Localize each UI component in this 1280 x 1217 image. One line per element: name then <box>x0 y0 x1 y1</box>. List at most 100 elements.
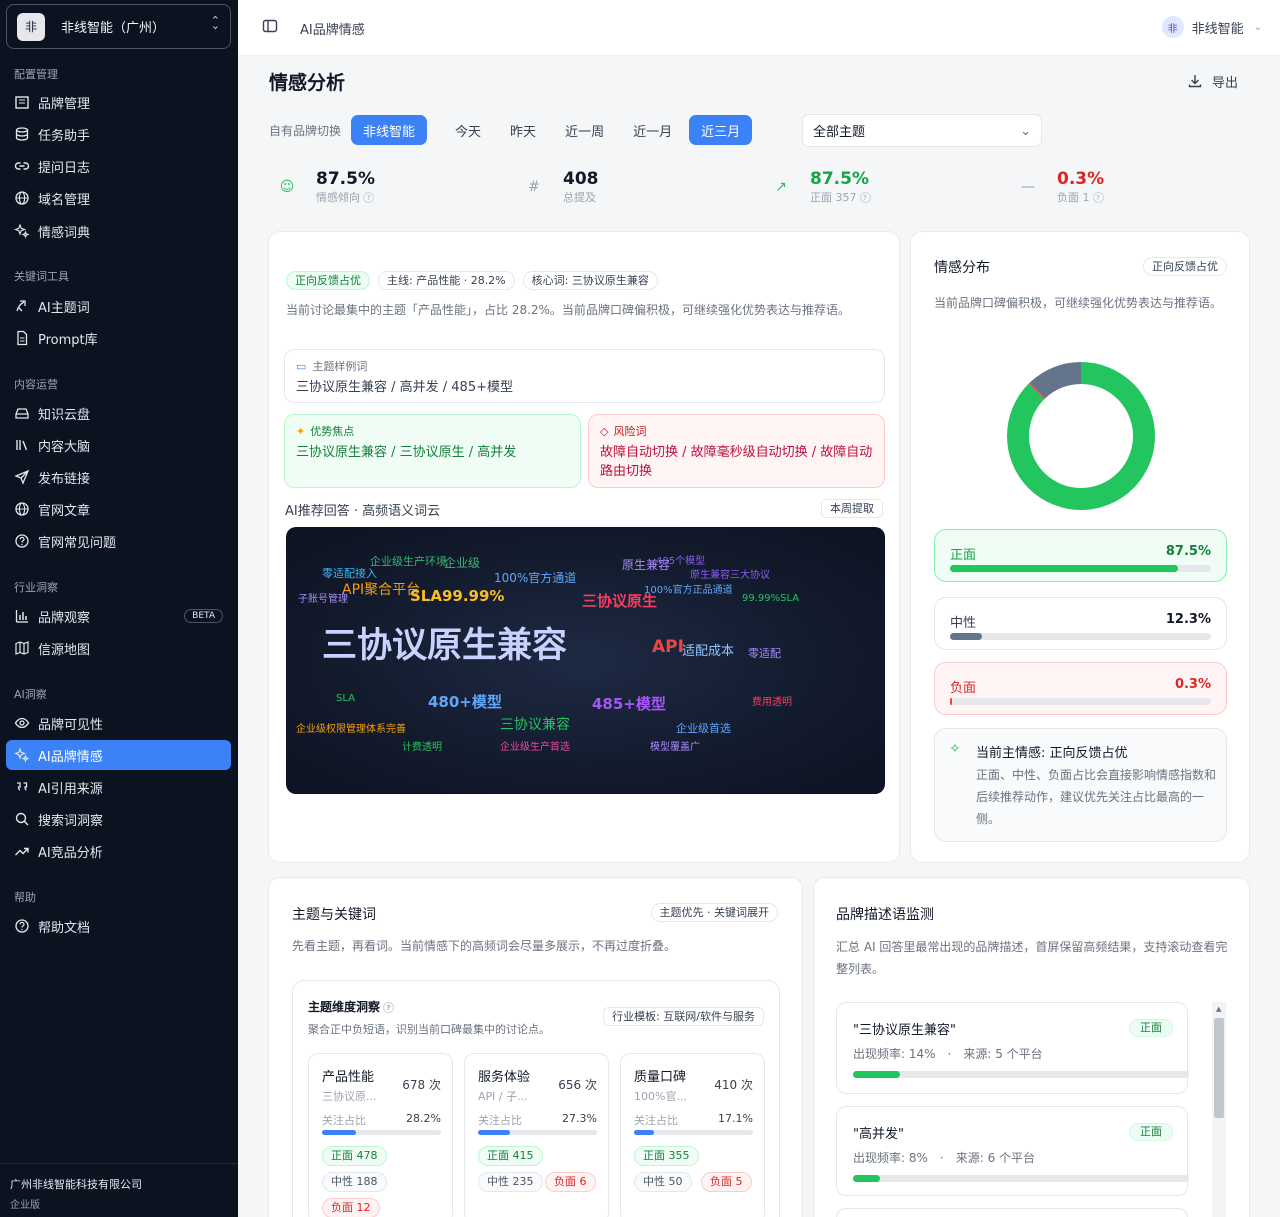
sidebar-item-4[interactable]: 情感词典 <box>6 216 231 246</box>
advantage-title: 优势焦点 <box>310 425 355 438</box>
user-menu[interactable]: 非 非线智能 ⌄ <box>1161 16 1262 38</box>
eye-icon <box>14 717 30 729</box>
sparkle-icon: ✦ <box>296 424 306 438</box>
sidebar-item-label: 品牌观察 <box>38 610 91 626</box>
sentiment-value: 87.5% <box>1165 544 1211 559</box>
sentiment-bar <box>950 698 1211 705</box>
topic-dimension-card[interactable]: 产品性能 三协议原... 678 次关注占比 28.2% 正面 478 中性 188 负面 … <box>308 1053 453 1217</box>
positive-tag: 正面 355 <box>634 1146 699 1166</box>
sidebar-item-8[interactable]: 内容大脑 <box>6 430 231 460</box>
cloud-word: SLA <box>336 693 355 704</box>
distribution-badge: 正向反馈占优 <box>1143 257 1227 276</box>
topics-title: 主题与关键词 <box>292 907 376 923</box>
descriptor-item: "高并发" 正面 出现频率: 8% · 来源: 6 个平台 <box>836 1106 1189 1196</box>
sidebar-item-label: 提问日志 <box>38 160 91 176</box>
kpi-card: ↗ 87.5% 正面 357? <box>772 162 871 212</box>
sidebar-item-0[interactable]: 品牌管理 <box>6 87 231 117</box>
main-sentiment-box: ✧ 当前主情感: 正向反馈占优 正面、中性、负面占比会直接影响情感指数和后续推荐… <box>934 728 1227 842</box>
descriptor-item: "三协议原生兼容" 正面 出现频率: 14% · 来源: 5 个平台 <box>836 1002 1189 1094</box>
topic-select[interactable]: 全部主题 ⌄ <box>802 114 1042 147</box>
help-icon[interactable]: ? <box>363 192 374 203</box>
help-icon[interactable]: ? <box>1092 192 1104 203</box>
cloud-word: 企业级生产首选 <box>500 742 570 753</box>
sidebar-item-2[interactable]: 提问日志 <box>6 151 231 181</box>
sidebar-item-13[interactable]: 信源地图 <box>6 633 231 663</box>
sparkle-icon <box>14 747 30 763</box>
sidebar-item-6[interactable]: Prompt库 <box>6 323 231 353</box>
cloud-word: 计费透明 <box>402 742 442 753</box>
sidebar-item-3[interactable]: 域名管理 <box>6 183 231 213</box>
org-switcher[interactable]: 非 非线智能（广州） ⌃ ⌄ <box>6 4 231 49</box>
sidebar-item-16[interactable]: AI引用来源 <box>6 772 231 802</box>
range-pill[interactable]: 今天 <box>443 115 493 145</box>
cloud-badge: 本周提取 <box>821 499 883 518</box>
minus-icon: — <box>1021 179 1035 195</box>
sidebar-item-11[interactable]: 官网常见问题 <box>6 526 231 556</box>
ratio-value: 27.3% <box>562 1112 597 1125</box>
sidebar-item-18[interactable]: AI竞品分析 <box>6 836 231 866</box>
sidebar-item-7[interactable]: 知识云盘 <box>6 398 231 428</box>
sidebar-item-15[interactable]: AI品牌情感 <box>6 740 231 770</box>
sidebar-item-12[interactable]: 品牌观察 BETA <box>6 601 231 631</box>
kpi-value: 408 <box>563 169 599 189</box>
sentiment-bar <box>950 633 1211 640</box>
bar-chart-icon <box>15 610 28 623</box>
sidebar-item-label: 帮助文档 <box>38 920 91 936</box>
sentiment-value: 0.3% <box>1174 677 1211 692</box>
range-pill[interactable]: 近一周 <box>553 115 616 145</box>
sentiment-bar <box>950 565 1211 572</box>
dimension-count: 410 次 <box>714 1078 753 1092</box>
sidebar-item-1[interactable]: 任务助手 <box>6 119 231 149</box>
topic-panel: 主题维度洞察? 聚合正中负短语，识别当前口碑最集中的讨论点。 行业模板: 互联网… <box>292 980 780 1217</box>
export-button[interactable]: 导出 <box>1176 66 1250 96</box>
range-pill[interactable]: 昨天 <box>498 115 548 145</box>
kpi-label: 情感倾向? <box>316 189 375 205</box>
trend-up-icon: ↗ <box>775 179 787 195</box>
sidebar-item-19[interactable]: 帮助文档 <box>6 911 231 941</box>
range-pill[interactable]: 近一月 <box>621 115 684 145</box>
topic-dimension-card[interactable]: 服务体验 API / 子... 656 次关注占比 27.3% 正面 415 中性 235… <box>464 1053 609 1217</box>
sentiment-row: 负面 0.3% <box>934 662 1227 715</box>
frequency-bar <box>853 1071 1189 1078</box>
smile-icon: ☺ <box>279 179 295 195</box>
kpi-label: 负面 1? <box>1057 189 1104 205</box>
breadcrumb: AI品牌情感 <box>300 23 365 38</box>
sentiment-badge: 正面 <box>1129 1019 1173 1037</box>
negative-tag: 负面 6 <box>545 1172 596 1192</box>
dimension-count: 656 次 <box>558 1078 597 1092</box>
scrollbar[interactable]: ▲ <box>1212 1002 1226 1217</box>
range-pill[interactable]: 近三月 <box>689 115 753 145</box>
risk-value: 故障自动切换 / 故障毫秒级自动切换 / 故障自动路由切换 <box>600 445 873 479</box>
negative-tag: 负面 12 <box>322 1198 380 1217</box>
tag-icon: ◇ <box>600 424 609 438</box>
topic-select-value: 全部主题 <box>813 125 866 140</box>
cloud-word: SLA99.99% <box>410 587 505 605</box>
sample-words-box: ▭ 主题样例词 三协议原生兼容 / 高并发 / 485+模型 <box>284 349 885 403</box>
sparkle-icon: ✧ <box>949 741 961 757</box>
sidebar-item-10[interactable]: 官网文章 <box>6 494 231 524</box>
sidebar-item-label: 内容大脑 <box>38 439 91 455</box>
sidebar-item-17[interactable]: 搜索词洞察 <box>6 804 231 834</box>
dimension-count: 678 次 <box>402 1078 441 1092</box>
dimension-name: 质量口碑 <box>634 1070 687 1085</box>
dimension-name: 产品性能 <box>322 1070 375 1085</box>
sidebar-item-5[interactable]: AI主题词 <box>6 291 231 321</box>
topics-badge: 主题优先 · 关键词展开 <box>650 903 778 922</box>
topic-dimension-card[interactable]: 质量口碑 100%官... 410 次关注占比 17.1% 正面 355 中性 50 负面 … <box>620 1053 765 1217</box>
org-name: 非线智能（广州） <box>61 21 166 36</box>
main-sentiment-text: 正面、中性、负面占比会直接影响情感指数和后续推荐动作，建议优先关注占比最高的一侧… <box>976 768 1217 826</box>
brand-pill[interactable]: 非线智能 <box>351 115 428 145</box>
topic-panel-title: 主题维度洞察? <box>308 998 395 1015</box>
chevron-down-icon: ⌄ <box>1020 124 1031 139</box>
sidebar-item-9[interactable]: 发布链接 <box>6 462 231 492</box>
sidebar-item-label: 信源地图 <box>38 642 91 658</box>
sidebar-item-label: 搜索词洞察 <box>38 813 104 829</box>
industry-template[interactable]: 行业模板: 互联网/软件与服务 <box>603 1007 764 1026</box>
sidebar-item-label: 品牌管理 <box>38 96 91 112</box>
database-icon <box>15 127 29 141</box>
cloud-word: 原生兼容三大协议 <box>690 570 770 581</box>
sidebar-item-14[interactable]: 品牌可见性 <box>6 708 231 738</box>
sidebar-toggle-icon[interactable] <box>262 18 278 34</box>
company-name: 广州非线智能科技有限公司 <box>10 1178 142 1191</box>
help-icon[interactable]: ? <box>859 192 871 203</box>
